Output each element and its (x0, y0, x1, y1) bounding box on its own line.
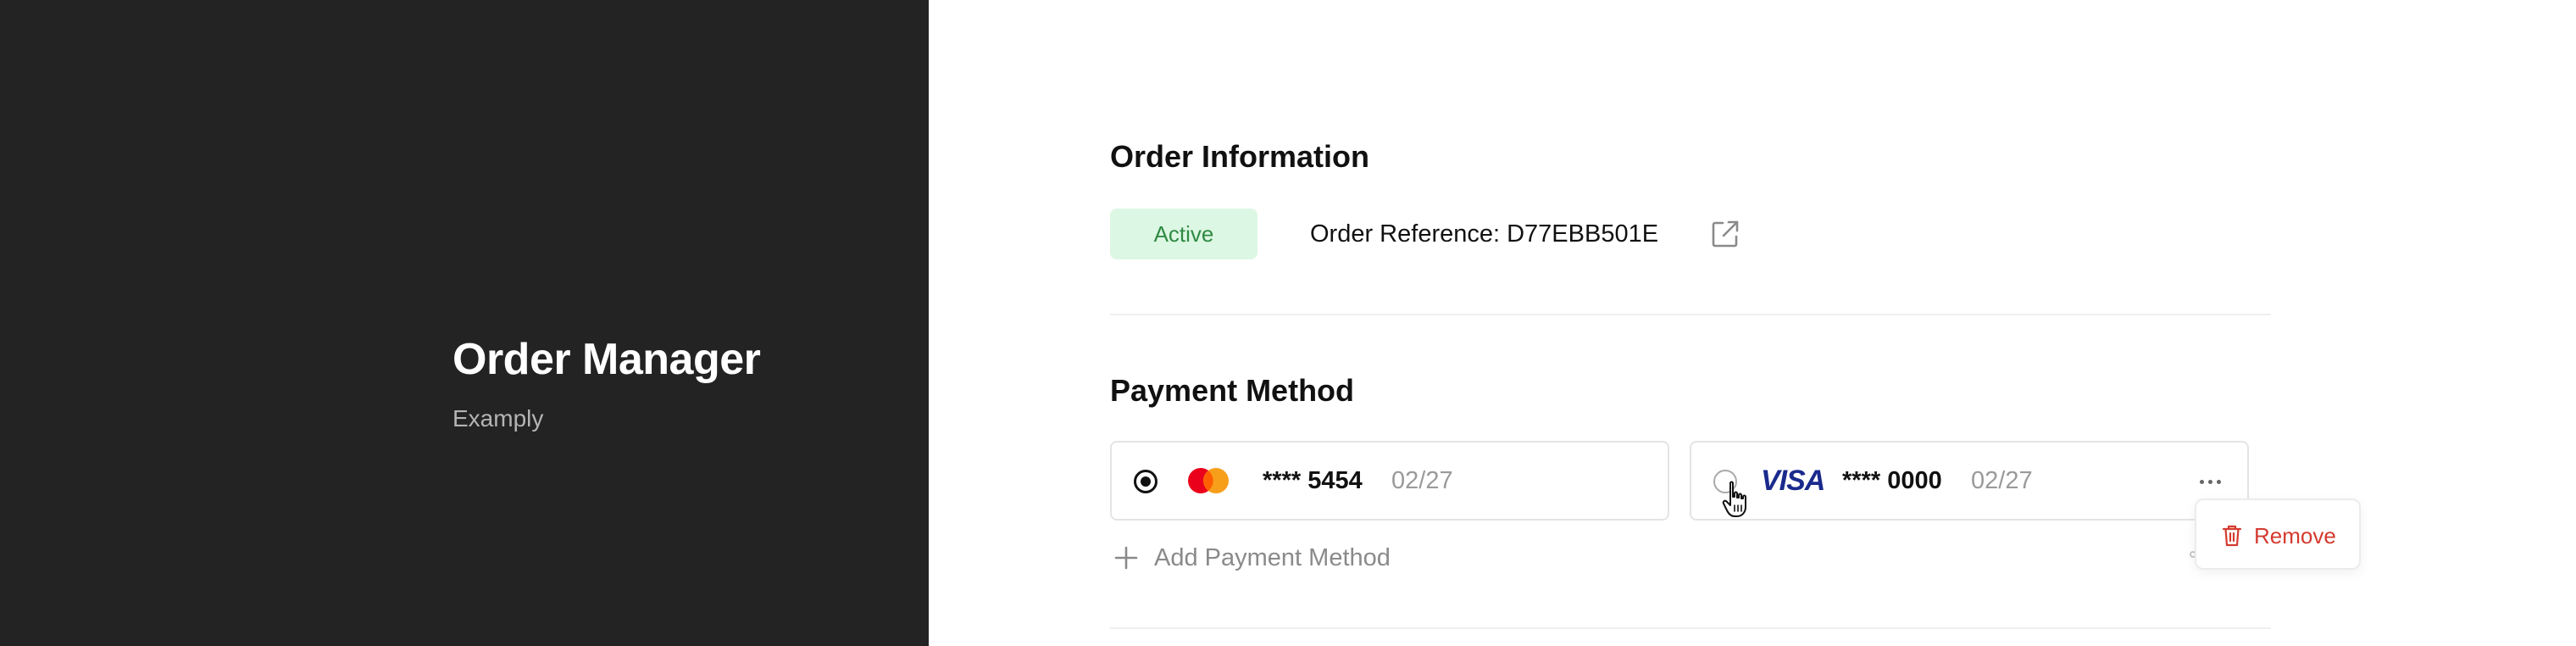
order-information-title: Order Information (1110, 139, 1370, 174)
external-link-icon[interactable] (1708, 217, 1742, 251)
plus-icon (1114, 546, 1138, 570)
hand-cursor-icon (1720, 480, 1754, 521)
card-radio-selected[interactable] (1134, 470, 1158, 493)
payment-method-title: Payment Method (1110, 373, 1355, 408)
section-divider (1110, 314, 2271, 315)
remove-menu-item[interactable]: Remove (2222, 521, 2336, 551)
payment-card-visa[interactable]: VISA **** 0000 02/27 (1690, 441, 2249, 521)
card-expiry: 02/27 (1391, 467, 1453, 494)
more-dot (2199, 479, 2204, 484)
app-title: Order Manager (452, 335, 761, 384)
visa-icon: VISA (1761, 465, 1825, 497)
more-dot (2216, 479, 2221, 484)
remove-label: Remove (2254, 522, 2336, 549)
app-subtitle: Examply (452, 405, 544, 432)
card-options-menu: Remove (2195, 498, 2361, 570)
add-payment-method-button[interactable]: Add Payment Method (1113, 543, 1391, 573)
more-dot (2207, 479, 2212, 484)
card-expiry: 02/27 (1971, 467, 2033, 494)
order-reference: Order Reference: D77EBB501E (1310, 220, 1659, 248)
payment-card-mastercard[interactable]: **** 5454 02/27 (1110, 441, 1669, 521)
trash-icon (2222, 525, 2242, 547)
mastercard-icon (1186, 466, 1232, 495)
sidebar: Order Manager Examply (0, 0, 929, 646)
status-badge: Active (1110, 209, 1257, 259)
section-divider (1110, 627, 2271, 629)
card-number: **** 5454 (1263, 467, 1363, 494)
card-number: **** 0000 (1842, 467, 1942, 494)
add-payment-method-label: Add Payment Method (1154, 543, 1391, 571)
more-options-button[interactable] (2191, 466, 2229, 497)
